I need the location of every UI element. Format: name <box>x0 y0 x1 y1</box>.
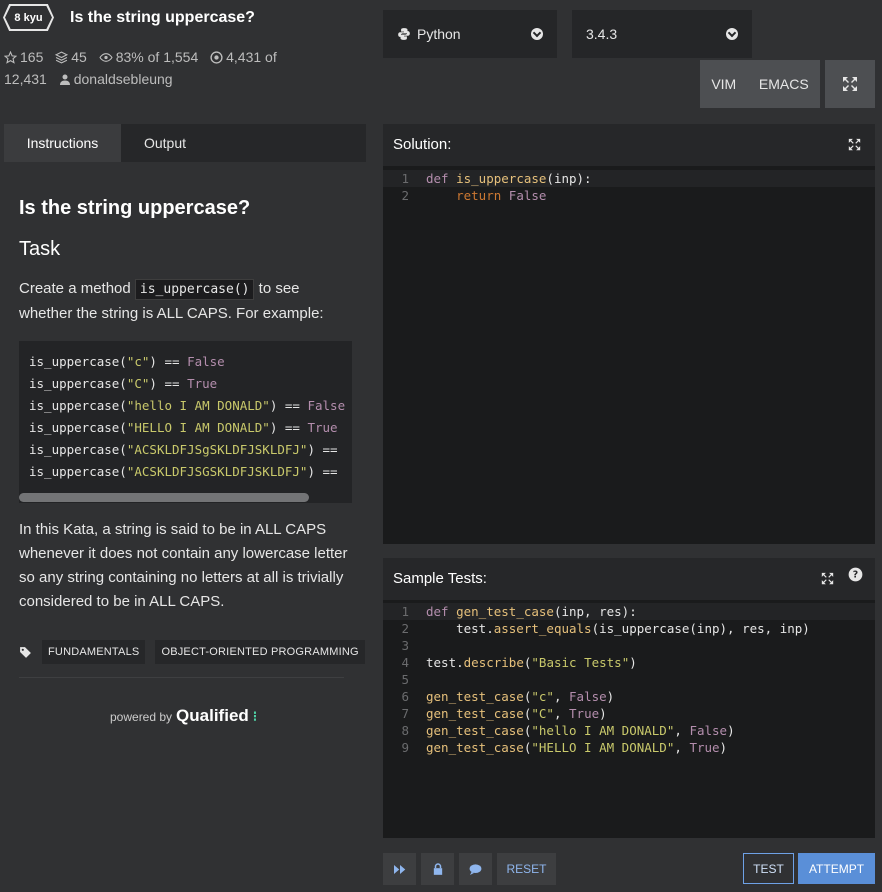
version-value: 3.4.3 <box>586 26 618 42</box>
version-select[interactable]: 3.4.3 <box>572 10 752 58</box>
collections-stat[interactable]: 45 <box>55 49 90 65</box>
stars-count: 165 <box>20 49 44 65</box>
intro-text: Create a method <box>19 280 131 297</box>
user-icon <box>59 74 70 85</box>
expand-icon <box>843 77 857 91</box>
inline-code: is_uppercase() <box>134 279 255 300</box>
completed-value: 4,431 of <box>226 49 277 65</box>
fast-forward-icon <box>393 864 405 874</box>
satisfaction-stat: 83% of 1,554 <box>99 49 202 65</box>
attempt-button[interactable]: ATTEMPT <box>798 853 875 884</box>
code-line: is_uppercase("c") == False <box>29 354 225 369</box>
qualified-logo-mark: ⁝ <box>252 708 258 724</box>
lock-icon <box>433 863 442 875</box>
author-stat[interactable]: donaldsebleung <box>59 71 173 87</box>
code-example-block[interactable]: is_uppercase("c") == False is_uppercase(… <box>19 341 352 503</box>
star-icon <box>3 50 18 64</box>
emacs-mode-button[interactable]: EMACS <box>759 76 809 92</box>
editor-line: 8 gen_test_case("hello I AM DONALD", Fals… <box>401 723 735 738</box>
qualified-logo: Qualified <box>176 706 249 725</box>
chevron-down-icon <box>726 28 738 40</box>
rank-badge: 8 kyu <box>5 6 52 29</box>
horizontal-scrollbar[interactable] <box>19 493 309 502</box>
language-select[interactable]: Python <box>383 10 557 58</box>
editor-line: 2 return False <box>401 188 547 203</box>
unlock-solutions-button[interactable] <box>421 853 454 885</box>
stars-stat[interactable]: 165 <box>3 49 47 65</box>
editor-line: 4 test.describe("Basic Tests") <box>401 655 637 670</box>
code-line: is_uppercase("C") == True <box>29 376 218 391</box>
editor-line: 5 <box>401 672 409 687</box>
sample-tests-panel: Sample Tests: ? 1 def gen_test_case(inp, … <box>383 558 875 838</box>
help-icon[interactable]: ? <box>848 567 863 582</box>
tag-list: FUNDAMENTALS OBJECT-ORIENTED PROGRAMMING <box>19 640 365 664</box>
intro-paragraph: Create a method is_uppercase() to see wh… <box>19 277 354 326</box>
divider <box>19 677 344 678</box>
editor-line: 7 gen_test_case("C", True) <box>401 706 607 721</box>
tag-fundamentals[interactable]: FUNDAMENTALS <box>42 640 146 664</box>
tag-oop[interactable]: OBJECT-ORIENTED PROGRAMMING <box>155 640 365 664</box>
code-line: is_uppercase("hello I AM DONALD") == Fal… <box>29 398 346 413</box>
editor-line: 1 def gen_test_case(inp, res): <box>383 603 875 620</box>
editor-line: 6 gen_test_case("c", False) <box>401 689 615 704</box>
code-line: is_uppercase("HELLO I AM DONALD") == Tru… <box>29 420 338 435</box>
rank-label: 8 kyu <box>14 11 43 24</box>
python-icon <box>398 28 410 40</box>
expand-icon[interactable] <box>821 572 834 585</box>
reset-button[interactable]: RESET <box>497 853 556 885</box>
completed-stat: 4,431 of <box>210 49 277 65</box>
solution-panel: Solution: 1 def is_uppercase(inp): 2 retu… <box>383 124 875 544</box>
solution-title: Solution: <box>393 136 452 153</box>
language-value: Python <box>417 26 461 42</box>
code-line: is_uppercase("ACSKLDFJSgSKLDFJSKLDFJ") =… <box>29 442 338 457</box>
solution-editor[interactable]: 1 def is_uppercase(inp): 2 return False <box>383 166 875 544</box>
tab-instructions[interactable]: Instructions <box>4 124 121 162</box>
task-heading: Task <box>19 238 61 260</box>
skip-button[interactable] <box>383 853 416 885</box>
vim-mode-button[interactable]: VIM <box>711 76 736 92</box>
chevron-down-icon <box>531 28 543 40</box>
eye-icon <box>99 53 113 62</box>
powered-by-label: powered by <box>110 710 173 724</box>
code-line: is_uppercase("ACSKLDFJSGSKLDFJSKLDFJ") =… <box>29 464 338 479</box>
editor-line: 3 <box>401 638 409 653</box>
tab-output[interactable]: Output <box>121 124 209 162</box>
editor-line: 1 def is_uppercase(inp): <box>383 170 875 187</box>
svg-text:?: ? <box>853 570 858 581</box>
explanation-paragraph: In this Kata, a string is said to be in … <box>19 521 348 610</box>
kata-title: Is the string uppercase? <box>70 9 255 26</box>
author-name: donaldsebleung <box>73 71 173 87</box>
layers-icon <box>55 51 69 64</box>
satisfaction-value: 83% of 1,554 <box>115 49 199 65</box>
kata-stats: 165 45 83% of 1,554 4,431 of 12,431 dona… <box>3 46 304 90</box>
expand-icon[interactable] <box>848 138 861 151</box>
discuss-button[interactable] <box>459 853 492 885</box>
target-icon <box>210 51 223 64</box>
tag-icon <box>20 646 31 658</box>
editor-line: 2 test.assert_equals(is_uppercase(inp), … <box>401 621 810 636</box>
chat-icon <box>469 863 482 875</box>
sample-tests-editor[interactable]: 1 def gen_test_case(inp, res): 2 test.ass… <box>383 600 875 838</box>
editor-mode-bar: VIM EMACS <box>700 60 820 108</box>
editor-line: 9 gen_test_case("HELLO I AM DONALD", True… <box>401 740 728 755</box>
fullscreen-button[interactable] <box>825 60 875 108</box>
test-button[interactable]: TEST <box>743 853 794 884</box>
powered-by-qualified[interactable]: powered by Qualified ⁝ <box>110 706 257 726</box>
sample-tests-title: Sample Tests: <box>393 570 487 587</box>
collections-count: 45 <box>71 49 87 65</box>
total-value: 12,431 <box>4 71 47 87</box>
description-title: Is the string uppercase? <box>19 197 251 219</box>
